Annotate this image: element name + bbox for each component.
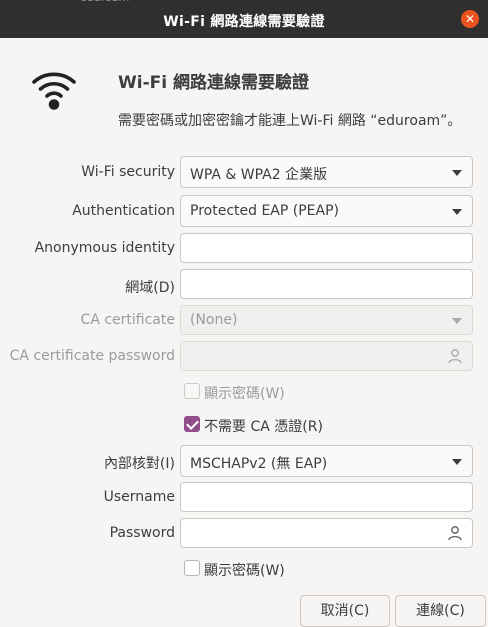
username-label: Username (103, 489, 175, 505)
inner-auth-label: 內部核對(I) (103, 456, 175, 472)
authentication-select[interactable]: Protected EAP (PEAP) (180, 195, 473, 227)
chevron-down-icon (452, 318, 462, 324)
wifi-security-select[interactable]: WPA & WPA2 企業版 (180, 156, 473, 188)
chevron-down-icon (452, 170, 462, 176)
show-ca-password-label: 顯示密碼(W) (204, 386, 285, 402)
anonymous-identity-input[interactable] (180, 233, 473, 263)
authentication-label: Authentication (72, 203, 175, 219)
inner-auth-value: MSCHAPv2 (無 EAP) (190, 456, 328, 472)
dialog-message: 需要密碼或加密密鑰才能連上Wi-Fi 網路 “eduroam”。 (118, 113, 462, 129)
cancel-button[interactable]: 取消(C) (300, 595, 390, 627)
ca-certificate-value: (None) (190, 312, 238, 328)
ca-certificate-password-input[interactable] (180, 341, 473, 371)
show-password-checkbox[interactable] (184, 560, 200, 576)
no-ca-required-label: 不需要 CA 憑證(R) (204, 419, 323, 435)
domain-input[interactable] (180, 269, 473, 299)
wifi-icon (30, 68, 78, 116)
title-bar: eduroam Wi-Fi 網路連線需要驗證 ✕ (0, 0, 488, 38)
chevron-down-icon (452, 459, 462, 465)
show-ca-password-checkbox[interactable] (184, 383, 200, 399)
domain-label: 網域(D) (125, 280, 175, 296)
window-title: Wi-Fi 網路連線需要驗證 (163, 14, 325, 30)
password-label: Password (109, 525, 175, 541)
wifi-security-label: Wi-Fi security (81, 164, 175, 180)
ca-certificate-label: CA certificate (80, 312, 175, 328)
close-icon[interactable]: ✕ (461, 10, 479, 28)
connect-button[interactable]: 連線(C) (395, 595, 486, 627)
ca-certificate-password-label: CA certificate password (9, 348, 175, 364)
inner-auth-select[interactable]: MSCHAPv2 (無 EAP) (180, 445, 473, 477)
username-input[interactable] (180, 482, 473, 512)
authentication-value: Protected EAP (PEAP) (190, 203, 339, 219)
password-input[interactable] (180, 518, 473, 548)
user-icon[interactable] (447, 525, 463, 545)
background-window-text: eduroam (80, 0, 129, 4)
anonymous-identity-label: Anonymous identity (34, 240, 175, 256)
ca-certificate-select[interactable]: (None) (180, 305, 473, 335)
user-icon[interactable] (447, 348, 463, 368)
show-password-label: 顯示密碼(W) (204, 563, 285, 579)
wifi-security-value: WPA & WPA2 企業版 (190, 167, 328, 183)
dialog-heading: Wi-Fi 網路連線需要驗證 (118, 73, 309, 93)
chevron-down-icon (452, 209, 462, 215)
no-ca-required-checkbox[interactable] (184, 416, 200, 432)
